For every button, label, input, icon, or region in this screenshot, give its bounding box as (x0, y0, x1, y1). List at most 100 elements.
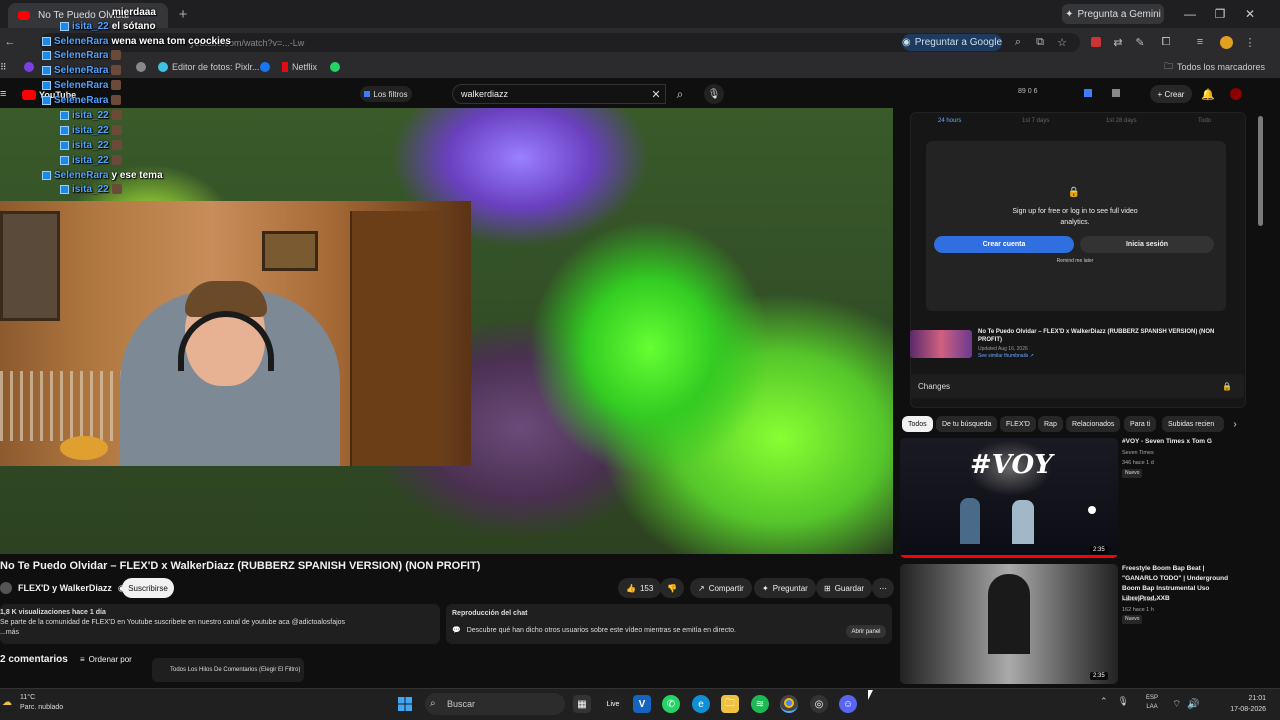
back-icon[interactable]: ← (2, 34, 18, 50)
reading-list-icon[interactable]: ≡ (1192, 34, 1208, 50)
chat-icon: 💬 (452, 627, 461, 634)
extension-stats[interactable]: 89 0 6 (1018, 88, 1037, 95)
dislike-button[interactable]: 👎 (660, 578, 684, 598)
changes-row[interactable]: Changes 🔒 (910, 374, 1244, 398)
close-window-button[interactable]: ✕ (1238, 4, 1262, 24)
bookmark-facebook-icon[interactable] (260, 59, 270, 75)
bookmark-star-icon[interactable]: ☆ (1054, 34, 1070, 50)
tray-icons[interactable]: ⌔ 🔊 (1172, 698, 1200, 711)
recommended-channel[interactable]: XavierX Beatz (1122, 595, 1242, 605)
chevron-right-icon[interactable]: › (1228, 416, 1242, 432)
microphone-icon[interactable]: 🎙 (704, 84, 724, 104)
extensions-puzzle-icon[interactable]: ⧠ (1158, 34, 1174, 50)
bookmark-whatsapp-icon[interactable] (330, 59, 340, 75)
recommended-thumbnail[interactable]: #VOY 2:35 (900, 438, 1118, 558)
volume-icon[interactable]: 🔊 (1187, 699, 1199, 710)
chip-de-tu-busqueda[interactable]: De tu búsqueda (936, 416, 998, 432)
analytics-tab[interactable]: 1st 28 days (1106, 118, 1137, 124)
chat-replay-box: Reproducción del chat 💬 Descubre qué han… (446, 604, 892, 644)
spotify-icon[interactable]: ≋ (751, 695, 769, 713)
description-box[interactable]: 1,8 K visualizaciones hace 1 día Se part… (0, 604, 440, 644)
gemini-button[interactable]: ✦ Pregunta a Gemini (1062, 4, 1164, 24)
hamburger-menu-icon[interactable]: ≡ (0, 87, 10, 101)
subscribe-button[interactable]: Suscribirse (122, 578, 174, 598)
analytics-tab[interactable]: 24 hours (938, 118, 961, 124)
chip-todos[interactable]: Todos (902, 416, 933, 432)
live-app-icon[interactable]: Live (604, 695, 622, 713)
chip-subidas-recientes[interactable]: Subidas recien (1162, 416, 1224, 432)
show-more-link[interactable]: ...más (0, 628, 440, 638)
browser-menu-icon[interactable]: ⋮ (1242, 34, 1258, 50)
new-tab-button[interactable]: + (174, 5, 192, 23)
obs-icon[interactable]: ◎ (810, 695, 828, 713)
create-account-button[interactable]: Crear cuenta (934, 236, 1074, 253)
more-actions-icon[interactable]: ⋯ (872, 578, 894, 598)
chip-rap[interactable]: Rap (1038, 416, 1063, 432)
extension-blue-icon[interactable] (1084, 89, 1092, 97)
filters-button[interactable]: Los filtros (360, 86, 412, 102)
install-icon[interactable]: ⧉ (1032, 34, 1048, 50)
sort-button[interactable]: ≡ Ordenar por (80, 655, 132, 664)
wifi-icon[interactable]: ⌔ (1172, 698, 1181, 711)
preguntar-google-button[interactable]: ◉ Preguntar a Google (902, 34, 1002, 51)
scrollbar-thumb[interactable] (1258, 116, 1263, 226)
all-bookmarks[interactable]: 🗀 Todos los marcadores (1164, 59, 1265, 75)
analytics-tab[interactable]: Todo (1198, 118, 1211, 124)
apps-icon[interactable]: ⠿ (0, 59, 7, 75)
bookmark-netflix[interactable]: Netflix (282, 59, 317, 75)
notifications-bell-icon[interactable]: 🔔 (1200, 86, 1216, 102)
account-avatar[interactable] (1230, 88, 1242, 100)
save-button[interactable]: ⊞ Guardar (816, 578, 873, 598)
maximize-button[interactable]: ❐ (1208, 4, 1232, 24)
share-button[interactable]: ↗ Compartir (690, 578, 752, 598)
extension-trophy-icon[interactable] (1112, 89, 1120, 97)
chip-para-ti[interactable]: Para ti (1124, 416, 1157, 432)
analytics-tab[interactable]: 1st 7 days (1022, 118, 1049, 124)
task-view-icon[interactable]: ▦ (573, 695, 591, 713)
v-app-icon[interactable]: V (633, 695, 651, 713)
profile-avatar[interactable] (1218, 34, 1234, 50)
recommended-channel[interactable]: Seven Times (1122, 448, 1242, 458)
weather-icon[interactable]: ☁ (2, 697, 14, 709)
open-panel-button[interactable]: Abrir panel (846, 625, 886, 638)
file-explorer-icon[interactable]: 🗀 (721, 695, 739, 713)
discord-icon[interactable]: ☺ (839, 695, 857, 713)
zoom-icon[interactable]: ⌕ (1010, 34, 1026, 50)
bookmark-globe-icon[interactable] (136, 59, 146, 75)
pen-icon[interactable]: ✎ (1132, 34, 1148, 50)
channel-avatar[interactable] (0, 582, 12, 594)
microphone-icon[interactable]: 🎙 (1118, 696, 1129, 707)
search-input[interactable]: walkerdiazz (452, 84, 666, 104)
weather-widget[interactable]: 11°C Parc. nublado (20, 693, 63, 713)
chip-relacionados[interactable]: Relacionados (1066, 416, 1121, 432)
bookmark-c-icon[interactable] (24, 59, 34, 75)
taskbar-search[interactable]: Buscar (425, 693, 565, 715)
clear-search-icon[interactable]: ✕ (648, 86, 664, 102)
chrome-icon[interactable] (780, 695, 798, 713)
system-tray[interactable]: ⌃ 🎙 (1100, 696, 1129, 707)
bookmark-pixlr[interactable]: Editor de fotos: Pixlr... (158, 59, 260, 75)
chip-flexd[interactable]: FLEX'D (1000, 416, 1036, 432)
chat-badge-icon (60, 110, 69, 120)
clock[interactable]: 21:01 17-08-2026 (1226, 693, 1266, 715)
cam-lamp (60, 436, 108, 460)
edge-icon[interactable]: e (692, 695, 710, 713)
comment-threads-select[interactable]: Todos Los Hilos De Comentarios (Elegir E… (152, 658, 304, 682)
extension-red-icon[interactable] (1088, 34, 1104, 50)
recommended-title[interactable]: #VOY - Seven Times x Tom G (1122, 437, 1242, 447)
similar-thumbnails-link[interactable]: See similar thumbnails ↗ (978, 353, 1218, 360)
ask-button[interactable]: ✦ Preguntar (754, 578, 816, 598)
language-indicator[interactable]: ESP LAA (1146, 694, 1158, 712)
like-button[interactable]: 👍 153 (618, 578, 662, 598)
search-icon[interactable]: ⌕ (668, 84, 692, 104)
minimize-button[interactable]: — (1178, 4, 1202, 24)
recommended-thumbnail[interactable]: 2:35 (900, 564, 1118, 684)
channel-info[interactable]: FLEX'D y WalkerDiazz ◉ (0, 580, 126, 596)
sign-in-button[interactable]: Inicia sesión (1080, 236, 1214, 253)
remind-later-link[interactable]: Remind me later (1030, 258, 1120, 264)
create-button[interactable]: + Crear (1150, 85, 1192, 103)
windows-start-icon[interactable] (397, 696, 413, 712)
chevron-up-icon[interactable]: ⌃ (1100, 696, 1108, 707)
translate-icon[interactable]: ⇄ (1110, 34, 1126, 50)
whatsapp-icon[interactable]: ✆ (662, 695, 680, 713)
